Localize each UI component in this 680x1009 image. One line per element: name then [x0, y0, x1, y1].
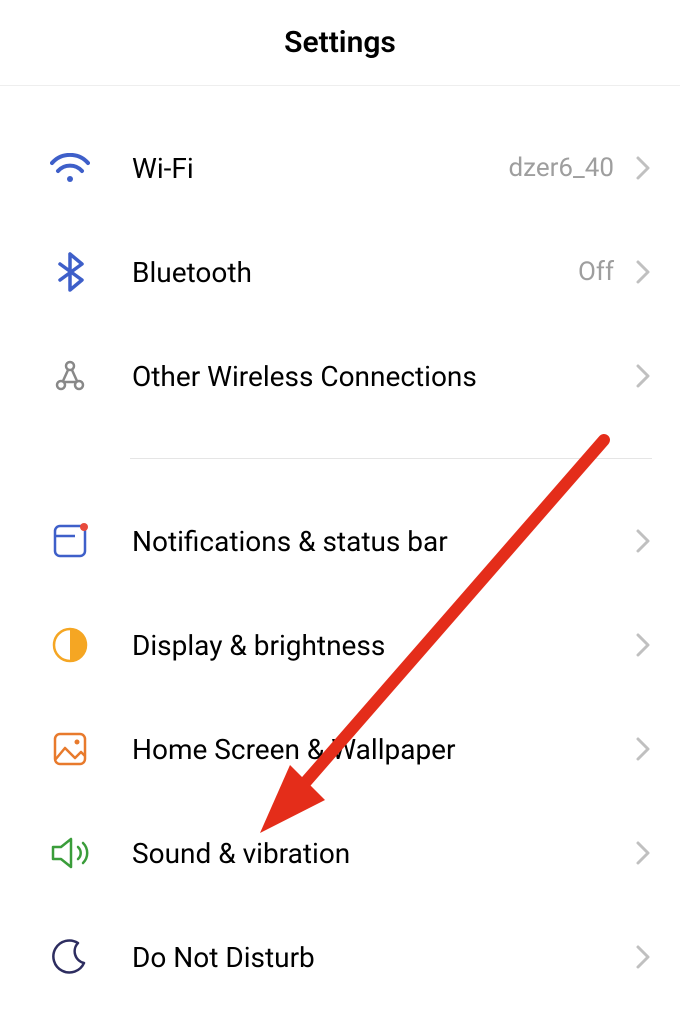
- settings-item-label: Do Not Disturb: [132, 941, 634, 974]
- settings-item-label: Home Screen & Wallpaper: [132, 733, 634, 766]
- display-icon: [48, 623, 92, 667]
- page-title: Settings: [284, 25, 396, 60]
- wireless-icon: [48, 354, 92, 398]
- settings-item-wallpaper[interactable]: Home Screen & Wallpaper: [0, 697, 680, 801]
- wallpaper-icon: [48, 727, 92, 771]
- notifications-icon: [48, 519, 92, 563]
- settings-item-notifications[interactable]: Notifications & status bar: [0, 489, 680, 593]
- chevron-right-icon: [634, 631, 652, 659]
- settings-item-label: Other Wireless Connections: [132, 360, 634, 393]
- settings-item-label: Bluetooth: [132, 256, 578, 289]
- chevron-right-icon: [634, 839, 652, 867]
- bluetooth-icon: [48, 250, 92, 294]
- wifi-icon: [48, 146, 92, 190]
- chevron-right-icon: [634, 527, 652, 555]
- chevron-right-icon: [634, 735, 652, 763]
- header: Settings: [0, 0, 680, 86]
- chevron-right-icon: [634, 943, 652, 971]
- settings-item-label: Display & brightness: [132, 629, 634, 662]
- settings-item-other-wireless[interactable]: Other Wireless Connections: [0, 324, 680, 428]
- sound-icon: [48, 831, 92, 875]
- moon-icon: [48, 935, 92, 979]
- settings-item-dnd[interactable]: Do Not Disturb: [0, 905, 680, 1009]
- settings-item-bluetooth[interactable]: Bluetooth Off: [0, 220, 680, 324]
- settings-item-value: Off: [578, 257, 614, 287]
- chevron-right-icon: [634, 154, 652, 182]
- settings-item-label: Sound & vibration: [132, 837, 634, 870]
- settings-list: Wi-Fi dzer6_40 Bluetooth Off Other Wirel…: [0, 86, 680, 1009]
- settings-item-label: Wi-Fi: [132, 152, 508, 185]
- chevron-right-icon: [634, 362, 652, 390]
- settings-item-label: Notifications & status bar: [132, 525, 634, 558]
- chevron-right-icon: [634, 258, 652, 286]
- settings-item-wifi[interactable]: Wi-Fi dzer6_40: [0, 116, 680, 220]
- settings-item-display[interactable]: Display & brightness: [0, 593, 680, 697]
- section-divider: [130, 458, 652, 459]
- settings-item-sound[interactable]: Sound & vibration: [0, 801, 680, 905]
- settings-item-value: dzer6_40: [508, 153, 614, 183]
